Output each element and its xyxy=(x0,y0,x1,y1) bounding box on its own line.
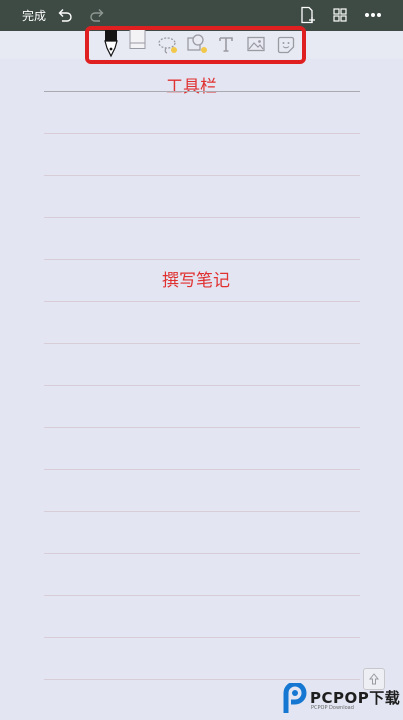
ruled-line xyxy=(44,301,360,302)
ruled-line xyxy=(44,133,360,134)
redo-icon[interactable] xyxy=(89,8,105,22)
ruled-line xyxy=(44,91,360,92)
new-page-icon[interactable] xyxy=(300,6,316,24)
ruled-line xyxy=(44,595,360,596)
ruled-line xyxy=(44,511,360,512)
toolbar-annotation: 工具栏 xyxy=(166,77,217,97)
ruled-line xyxy=(44,259,360,260)
toolbar-highlight-box xyxy=(85,26,306,64)
ruled-line xyxy=(44,427,360,428)
watermark-sub: PCPOP Download xyxy=(311,705,354,711)
grid-icon[interactable] xyxy=(333,8,347,22)
watermark: PCPOP下载 PCPOP Download xyxy=(280,683,403,717)
pcpop-logo xyxy=(283,683,307,713)
ruled-line xyxy=(44,217,360,218)
ruled-line xyxy=(44,637,360,638)
done-button[interactable]: 完成 xyxy=(22,7,46,24)
ruled-line xyxy=(44,553,360,554)
notes-annotation: 撰写笔记 xyxy=(162,271,230,291)
ruled-line xyxy=(44,343,360,344)
ruled-line xyxy=(44,175,360,176)
ruled-line xyxy=(44,385,360,386)
ruled-line xyxy=(44,679,360,680)
ruled-line xyxy=(44,469,360,470)
more-icon[interactable] xyxy=(364,12,382,18)
undo-icon[interactable] xyxy=(57,8,73,22)
